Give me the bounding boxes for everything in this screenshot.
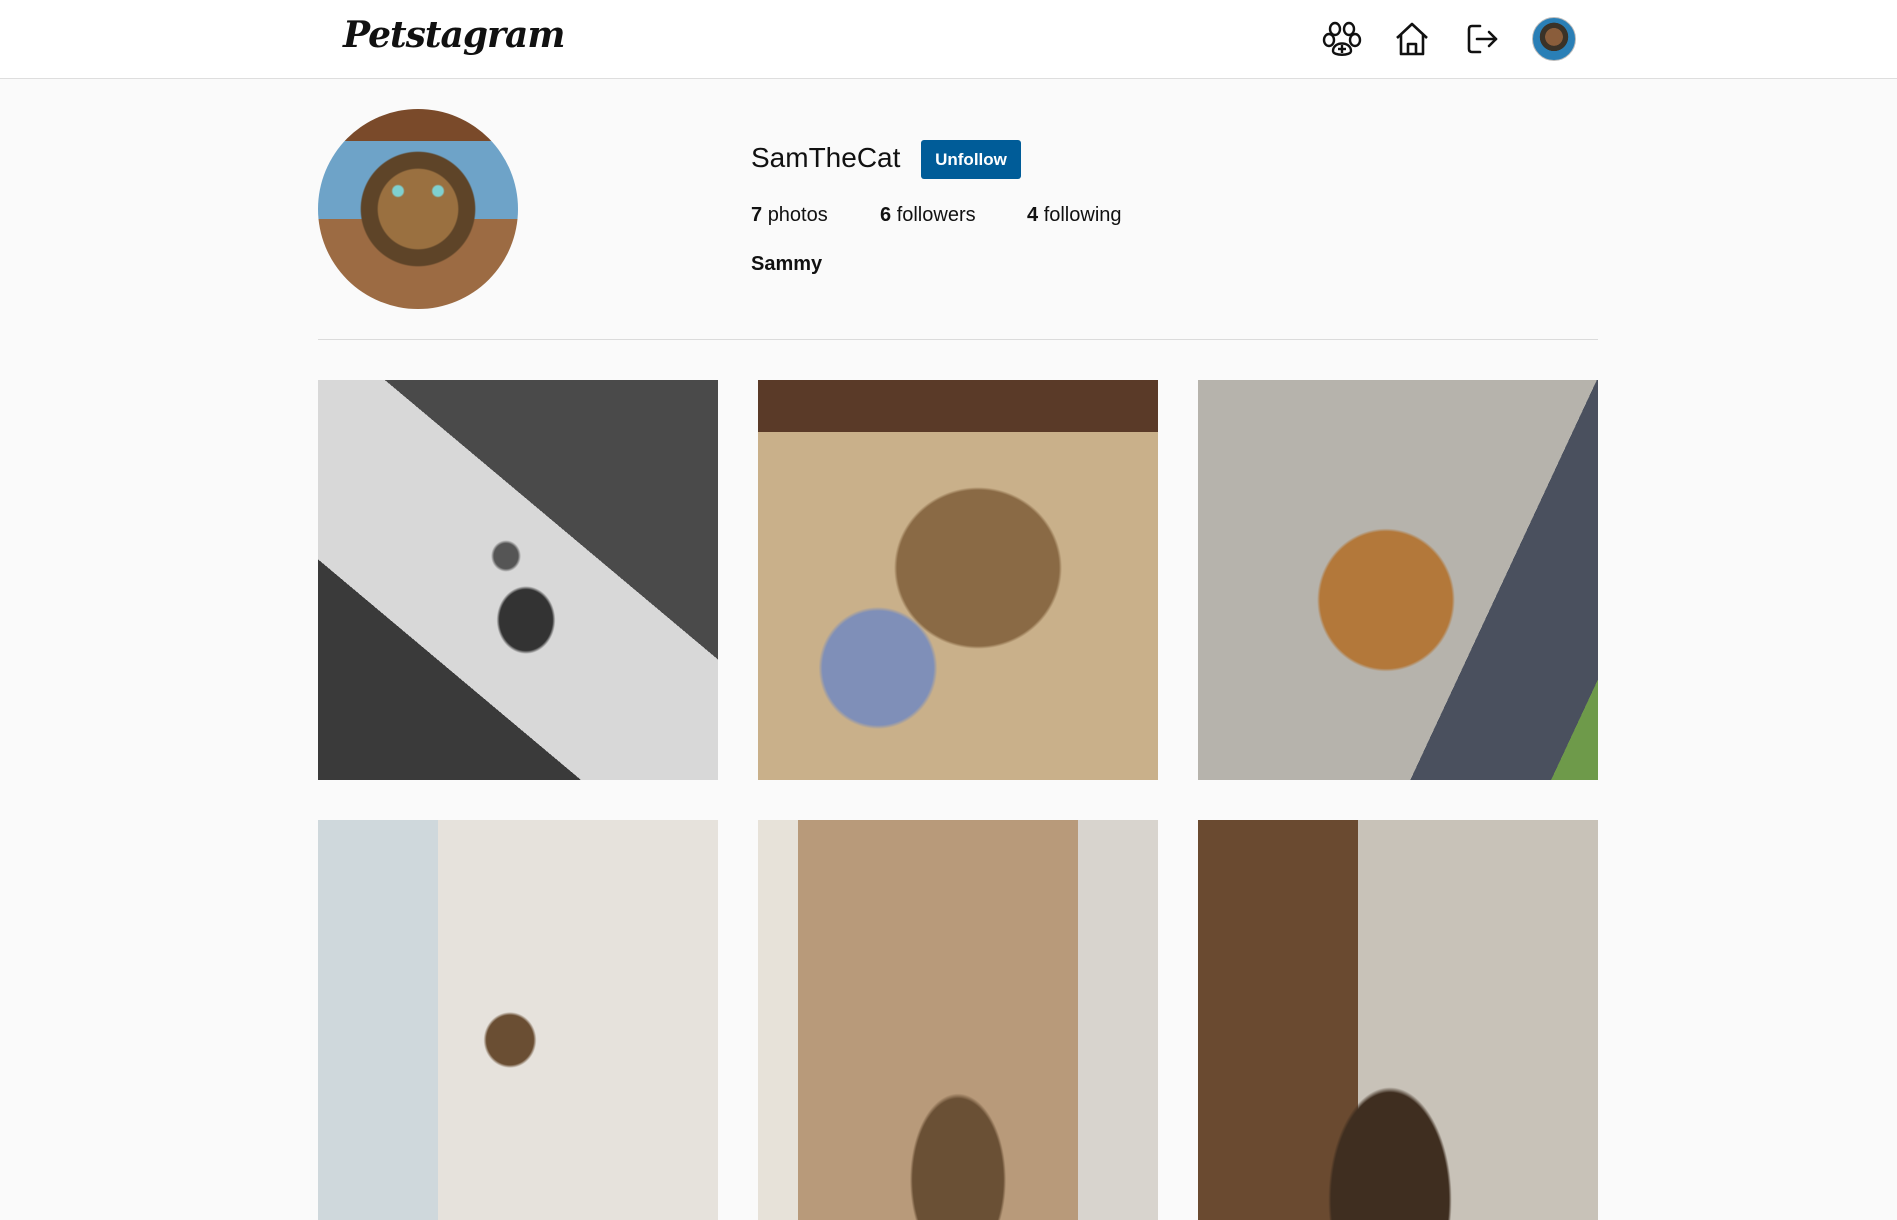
stat-label: following bbox=[1043, 204, 1122, 226]
profile-full-name: Sammy bbox=[751, 253, 823, 275]
stat-label: followers bbox=[896, 204, 976, 226]
profile-avatar bbox=[318, 109, 518, 309]
photo-grid-item[interactable] bbox=[1198, 820, 1598, 1220]
photo-grid-item[interactable] bbox=[318, 820, 718, 1220]
stat-following: 4 following bbox=[1027, 204, 1122, 227]
logout-icon[interactable] bbox=[1461, 18, 1503, 60]
app-logo[interactable]: Petstagram bbox=[343, 14, 565, 56]
stat-followers: 6 followers bbox=[880, 204, 976, 227]
profile-divider bbox=[318, 339, 1598, 340]
photo-grid-item[interactable] bbox=[758, 820, 1158, 1220]
paw-plus-icon[interactable] bbox=[1321, 18, 1363, 60]
home-icon[interactable] bbox=[1391, 18, 1433, 60]
unfollow-button[interactable]: Unfollow bbox=[921, 140, 1021, 179]
photo-grid-item[interactable] bbox=[318, 380, 718, 780]
stat-photos: 7 photos bbox=[751, 204, 828, 227]
photo-grid-item[interactable] bbox=[1198, 380, 1598, 780]
stat-label: photos bbox=[767, 204, 828, 226]
stat-count: 7 bbox=[751, 204, 763, 226]
top-navbar: Petstagram bbox=[0, 0, 1897, 79]
photo-grid-item[interactable] bbox=[758, 380, 1158, 780]
stat-count: 4 bbox=[1027, 204, 1039, 226]
stat-count: 6 bbox=[880, 204, 892, 226]
profile-username: SamTheCat bbox=[751, 142, 901, 173]
user-avatar[interactable] bbox=[1532, 17, 1576, 61]
